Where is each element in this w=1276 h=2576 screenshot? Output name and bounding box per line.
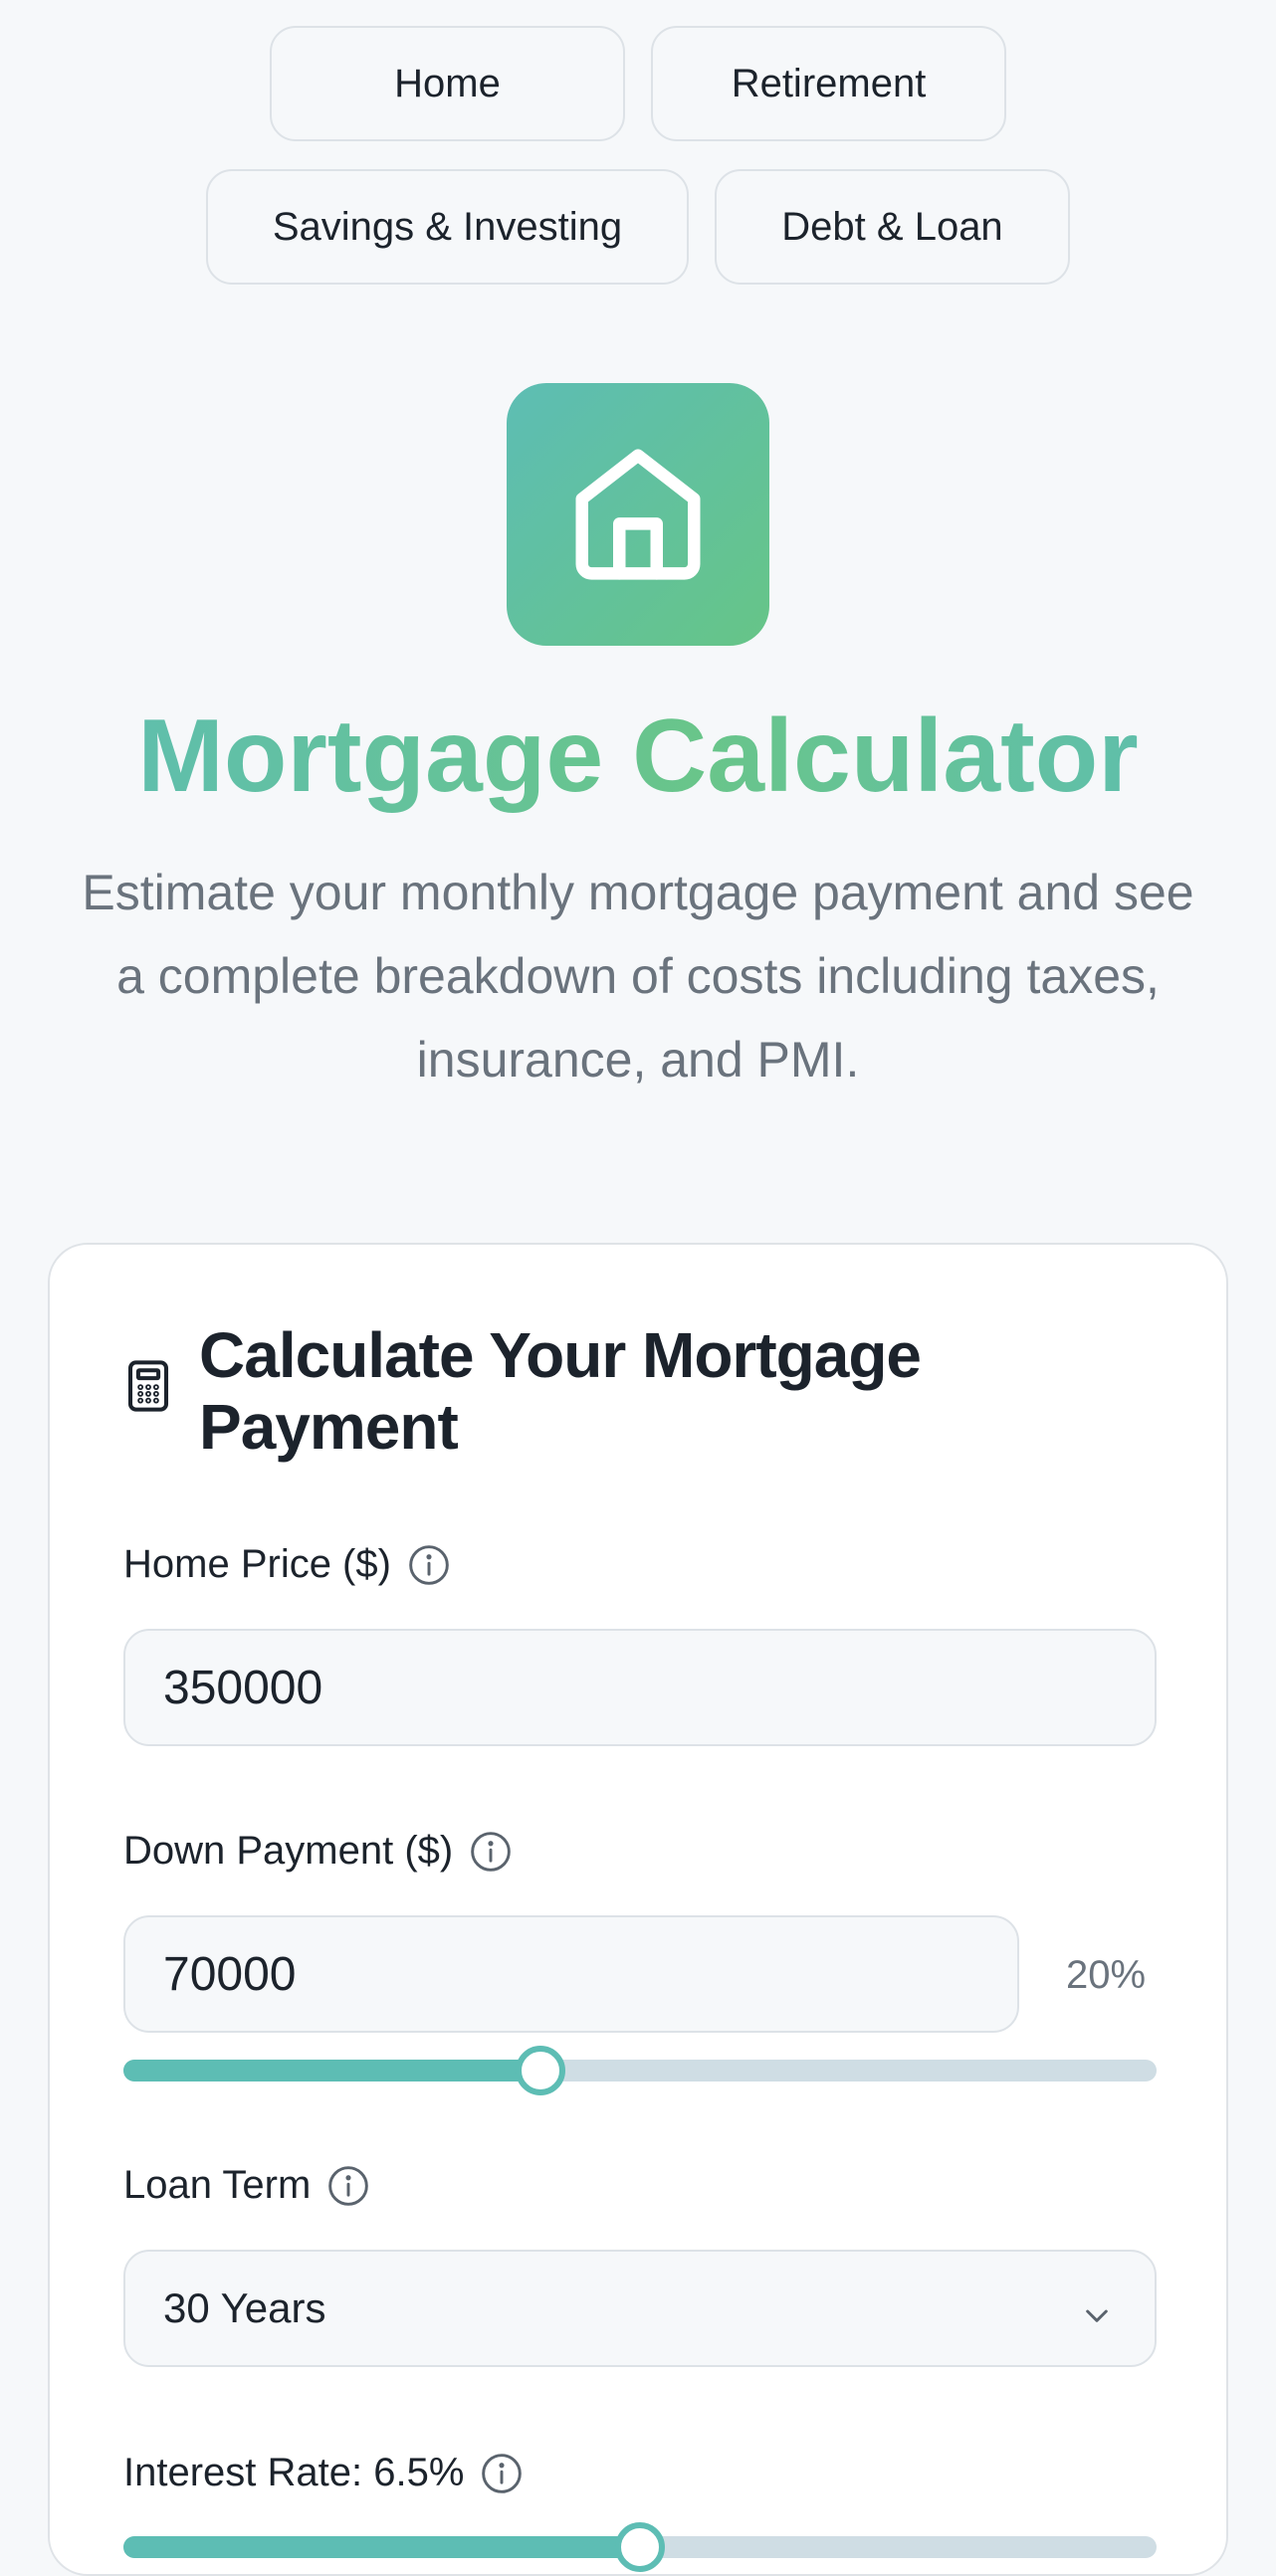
- interest-rate-label: Interest Rate: 6.5%: [123, 2451, 524, 2495]
- nav-savings-investing-button[interactable]: Savings & Investing: [206, 169, 689, 285]
- chevron-down-icon: [1081, 2293, 1113, 2341]
- nav-debt-loan-button[interactable]: Debt & Loan: [715, 169, 1070, 285]
- home-price-label: Home Price ($): [123, 1542, 451, 1587]
- page-title: Mortgage Calculator: [0, 696, 1276, 816]
- slider-thumb[interactable]: [615, 2522, 665, 2572]
- info-icon[interactable]: [469, 1830, 513, 1874]
- calculator-card: Calculate Your Mortgage Payment Home Pri…: [48, 1243, 1228, 2576]
- page-subtitle: Estimate your monthly mortgage payment a…: [82, 865, 1194, 1088]
- down-payment-label-text: Down Payment ($): [123, 1829, 454, 1873]
- interest-rate-slider[interactable]: [123, 2522, 1157, 2572]
- down-payment-percent: 20%: [1066, 1953, 1147, 1997]
- card-title: Calculate Your Mortgage Payment: [199, 1319, 922, 1463]
- nav-home-button[interactable]: Home: [270, 26, 625, 141]
- nav-retirement-button[interactable]: Retirement: [651, 26, 1006, 141]
- card-header: Calculate Your Mortgage Payment: [125, 1319, 1095, 1463]
- nav-row-primary: Home Retirement: [0, 26, 1276, 141]
- slider-fill: [123, 2536, 640, 2558]
- nav-row-secondary: Savings & Investing Debt & Loan: [0, 169, 1276, 285]
- info-icon[interactable]: [407, 1543, 451, 1587]
- down-payment-label: Down Payment ($): [123, 1829, 513, 1874]
- down-payment-slider[interactable]: [123, 2046, 1157, 2095]
- info-icon[interactable]: [326, 2164, 370, 2208]
- calculator-icon: [125, 1359, 171, 1418]
- down-payment-input[interactable]: 70000: [123, 1915, 1019, 2033]
- loan-term-selected: 30 Years: [163, 2284, 326, 2331]
- slider-thumb[interactable]: [516, 2046, 565, 2095]
- house-icon: [507, 383, 769, 646]
- info-icon[interactable]: [480, 2452, 524, 2495]
- loan-term-label-text: Loan Term: [123, 2163, 312, 2207]
- loan-term-select[interactable]: 30 Years: [123, 2250, 1157, 2367]
- loan-term-label: Loan Term: [123, 2163, 370, 2208]
- interest-rate-label-text: Interest Rate: 6.5%: [123, 2451, 465, 2494]
- slider-fill: [123, 2060, 540, 2081]
- home-price-input[interactable]: 350000: [123, 1629, 1157, 1746]
- home-price-label-text: Home Price ($): [123, 1542, 391, 1586]
